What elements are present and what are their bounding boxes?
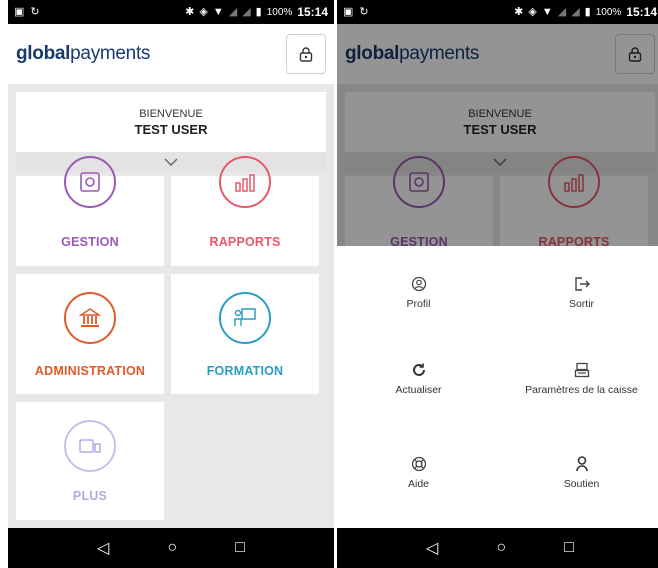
bluetooth-icon: ✱ xyxy=(514,5,524,18)
welcome-panel: BIENVENUE TEST USER xyxy=(16,92,326,172)
refresh-icon xyxy=(411,360,427,380)
bank-icon xyxy=(64,292,116,344)
menu-label: Aide xyxy=(407,478,429,490)
lock-icon xyxy=(299,47,313,62)
menu-label: Paramètres de la caisse xyxy=(525,384,638,396)
logo: globalpayments xyxy=(16,43,151,64)
tile-label: FORMATION xyxy=(206,364,284,378)
clock: 15:14 xyxy=(297,5,328,19)
tile-plus[interactable]: PLUS xyxy=(16,402,164,520)
recents-icon[interactable]: □ xyxy=(564,539,574,557)
menu-actualiser[interactable]: Actualiser xyxy=(337,360,500,420)
tile-label: GESTION xyxy=(61,235,119,249)
tile-administration[interactable]: ADMINISTRATION xyxy=(16,274,164,394)
bluetooth-icon: ✱ xyxy=(185,5,195,18)
phone-screen-main: ▣ ↻ ✱ ◈ ▼ ◢ ◢ ▮ 100% 15:14 globalpayment… xyxy=(8,0,334,568)
lock-button[interactable] xyxy=(286,34,326,74)
wifi-icon: ▼ xyxy=(212,5,224,18)
home-icon[interactable]: ○ xyxy=(496,539,506,557)
android-nav-bar: ◁ ○ □ xyxy=(337,528,658,568)
sync-icon: ↻ xyxy=(30,5,40,18)
presentation-icon xyxy=(219,292,271,344)
dim-overlay[interactable] xyxy=(337,24,658,246)
menu-profil[interactable]: Profil xyxy=(337,274,500,334)
tile-label: PLUS xyxy=(72,489,108,503)
battery-icon: ▮ xyxy=(255,5,262,18)
tile-label: RAPPORTS xyxy=(209,235,281,249)
back-icon[interactable]: ◁ xyxy=(426,538,438,558)
user-name: TEST USER xyxy=(134,122,208,137)
screenshot-icon: ▣ xyxy=(343,5,354,18)
battery-icon: ▮ xyxy=(584,5,591,18)
signal-icon: ◢ xyxy=(557,5,567,18)
menu-parametres-caisse[interactable]: Paramètres de la caisse xyxy=(500,360,658,420)
chevron-down-icon xyxy=(164,158,178,166)
tile-gestion[interactable]: GESTION xyxy=(16,156,164,266)
devices-icon xyxy=(64,420,116,472)
screenshot-icon: ▣ xyxy=(14,5,25,18)
logout-icon xyxy=(573,274,591,294)
vibrate-icon: ◈ xyxy=(528,5,537,18)
status-bar: ▣ ↻ ✱ ◈ ▼ ◢ ◢ ▮ 100% 15:14 xyxy=(8,0,334,24)
user-circle-icon xyxy=(411,274,427,294)
support-icon xyxy=(574,454,590,474)
tile-formation[interactable]: FORMATION xyxy=(171,274,319,394)
signal-icon: ◢ xyxy=(242,5,251,18)
signal-icon: ◢ xyxy=(228,5,238,18)
back-icon[interactable]: ◁ xyxy=(97,538,109,558)
tile-rapports[interactable]: RAPPORTS xyxy=(171,156,319,266)
tile-label: ADMINISTRATION xyxy=(34,364,146,378)
battery-level: 100% xyxy=(595,6,622,18)
menu-label: Profil xyxy=(406,298,431,310)
home-icon[interactable]: ○ xyxy=(167,539,177,557)
bottom-sheet-menu: Profil Sortir Actualiser Paramètres de l… xyxy=(337,246,658,528)
register-icon xyxy=(574,360,590,380)
android-nav-bar: ◁ ○ □ xyxy=(8,528,334,568)
menu-sortir[interactable]: Sortir xyxy=(500,274,658,334)
welcome-title: BIENVENUE xyxy=(139,108,203,120)
recents-icon[interactable]: □ xyxy=(235,539,245,557)
menu-label: Actualiser xyxy=(395,384,442,396)
app-header: globalpayments xyxy=(8,24,334,84)
expand-toggle[interactable] xyxy=(16,152,326,172)
lifebuoy-icon xyxy=(411,454,427,474)
vibrate-icon: ◈ xyxy=(199,5,208,18)
battery-level: 100% xyxy=(266,6,293,18)
clock: 15:14 xyxy=(626,5,657,19)
phone-screen-menu-open: ▣ ↻ ✱ ◈ ▼ ◢ ◢ ▮ 100% 15:14 globalpayment… xyxy=(337,0,658,568)
bar-chart-icon xyxy=(219,156,271,208)
signal-icon: ◢ xyxy=(571,5,580,18)
menu-label: Sortir xyxy=(568,298,595,310)
menu-label: Soutien xyxy=(563,478,600,490)
wifi-icon: ▼ xyxy=(541,5,553,18)
menu-soutien[interactable]: Soutien xyxy=(500,454,658,514)
sync-icon: ↻ xyxy=(359,5,369,18)
status-bar: ▣ ↻ ✱ ◈ ▼ ◢ ◢ ▮ 100% 15:14 xyxy=(337,0,658,24)
menu-aide[interactable]: Aide xyxy=(337,454,500,514)
safe-icon xyxy=(64,156,116,208)
